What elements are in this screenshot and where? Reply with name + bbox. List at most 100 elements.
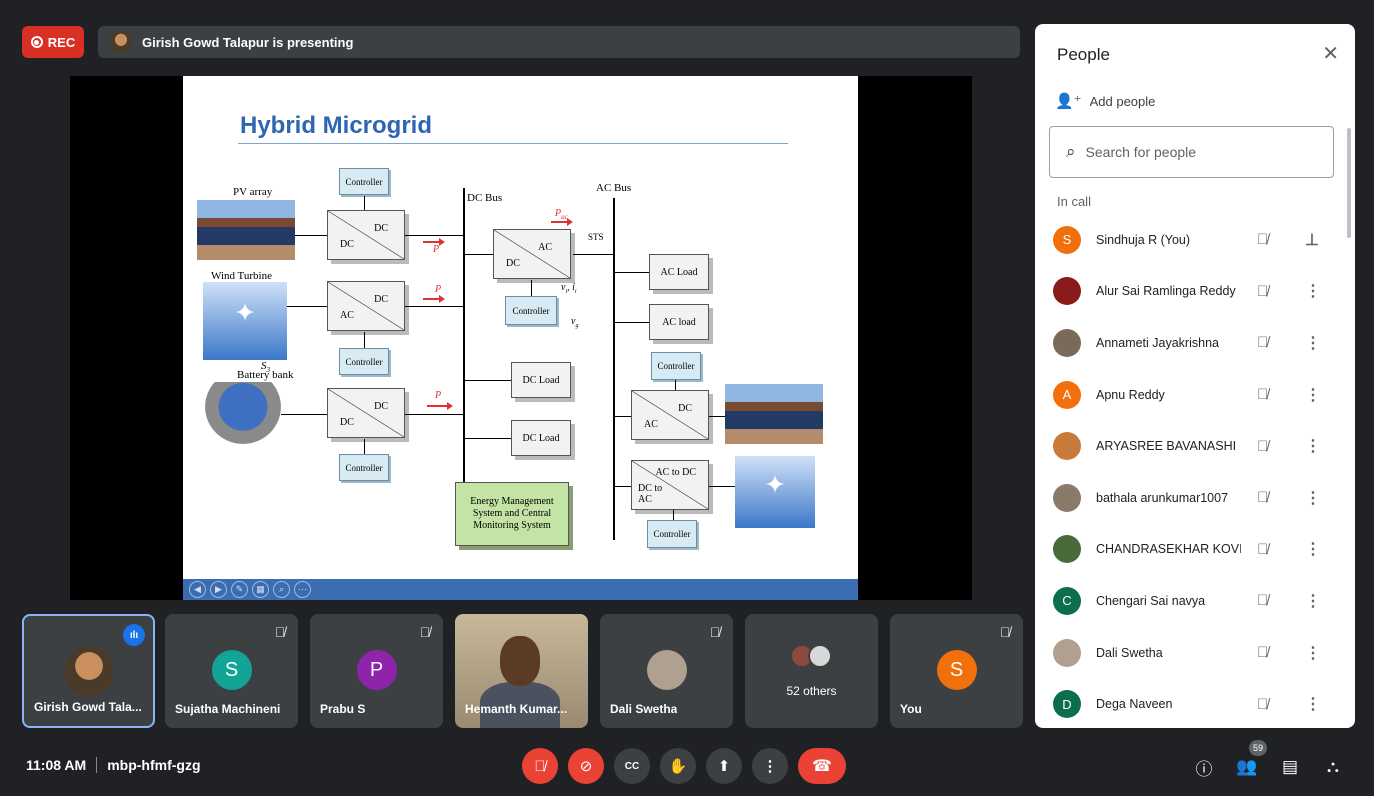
controller-central: Controller <box>505 296 557 325</box>
in-call-heading: In call <box>1057 194 1091 209</box>
participant-tile[interactable]: 🎙̸ Dali Swetha <box>600 614 733 728</box>
list-item[interactable]: C Chengari Sai navya 🎙̸ ⋮ <box>1035 575 1345 627</box>
converter-wind: DC AC <box>327 281 405 331</box>
more-vert-icon[interactable]: ⋮ <box>1305 385 1321 405</box>
close-panel-button[interactable]: ✕ <box>1322 41 1339 66</box>
avatar: S <box>1053 225 1081 254</box>
wire <box>675 380 676 390</box>
people-panel: People ✕ 👤⁺ Add people ⌕ In call S Sindh… <box>1035 24 1355 728</box>
person-name: Apnu Reddy <box>1096 387 1165 402</box>
list-item[interactable]: Annameti Jayakrishna 🎙̸ ⋮ <box>1035 317 1345 369</box>
wire <box>295 235 327 236</box>
participant-tile-presenter[interactable]: ılı Girish Gowd Tala... <box>22 614 155 728</box>
people-button[interactable]: 👥 <box>1236 756 1258 778</box>
mic-off-icon: 🎙̸ <box>1257 540 1269 558</box>
participant-tile-self[interactable]: 🎙̸ S You <box>890 614 1023 728</box>
participant-tile-video[interactable]: Hemanth Kumar... <box>455 614 588 728</box>
others-count: 52 others <box>786 684 837 698</box>
more-vert-icon[interactable]: ⋮ <box>1305 488 1321 508</box>
meeting-details-button[interactable]: ⓘ <box>1193 756 1215 779</box>
mic-toggle-button[interactable]: 🎙̸ <box>522 748 558 784</box>
list-item[interactable]: S Sindhuja R (You) 🎙̸ ⊥ <box>1035 214 1345 266</box>
presenter-avatar <box>110 31 132 53</box>
slide-toolbar: ◀ ▶ ✎ ▦ ⌕ ⋯ <box>183 579 858 600</box>
more-options-button[interactable]: ⋮ <box>752 748 788 784</box>
captions-button[interactable]: CC <box>614 748 650 784</box>
others-avatars <box>790 644 832 668</box>
p-label: P <box>433 244 440 255</box>
meeting-info: 11:08 AM mbp-hfmf-gzg <box>26 757 201 773</box>
avatar <box>1053 432 1081 461</box>
ac-bus <box>613 198 615 540</box>
wire <box>531 280 532 296</box>
scrollbar[interactable] <box>1347 128 1351 238</box>
more-vert-icon[interactable]: ⋮ <box>1305 591 1321 611</box>
more-vert-icon[interactable]: ⋮ <box>1305 694 1321 714</box>
end-call-button[interactable]: ☎ <box>798 748 846 784</box>
list-item[interactable]: A Apnu Reddy 🎙̸ ⋮ <box>1035 369 1345 421</box>
participant-name: Prabu S <box>320 702 366 716</box>
slides-icon[interactable]: ▦ <box>252 581 269 598</box>
clock: 11:08 AM <box>26 757 87 773</box>
battery-bank-image <box>205 382 281 444</box>
activities-button[interactable]: ⛬ <box>1322 756 1344 778</box>
more-vert-icon[interactable]: ⋮ <box>1305 436 1321 456</box>
list-item[interactable]: ARYASREE BAVANASHI 🎙̸ ⋮ <box>1035 420 1345 472</box>
mic-off-icon: 🎙̸ <box>1257 386 1269 404</box>
dc-load-1: DC Load <box>511 362 571 398</box>
more-options-icon[interactable]: ⋯ <box>294 581 311 598</box>
zoom-icon[interactable]: ⌕ <box>273 581 290 598</box>
wire <box>364 196 365 210</box>
recording-badge[interactable]: REC <box>22 26 84 58</box>
mic-off-icon: 🎙̸ <box>534 757 546 775</box>
wire <box>465 254 493 255</box>
participant-name: Sujatha Machineni <box>175 702 281 716</box>
controller-pv-right: Controller <box>651 352 701 380</box>
participant-name: Girish Gowd Tala... <box>34 700 142 714</box>
avatar <box>1053 277 1081 306</box>
converter-wind-right: AC to DC DC to AC <box>631 460 709 510</box>
list-item[interactable]: CHANDRASEKHAR KOVI 🎙̸ ⋮ <box>1035 524 1345 576</box>
raise-hand-button[interactable]: ✋ <box>660 748 696 784</box>
power-arrow <box>551 218 573 226</box>
panel-title: People <box>1057 45 1110 64</box>
presenting-text: Girish Gowd Talapur is presenting <box>142 34 354 50</box>
search-input[interactable] <box>1085 144 1286 160</box>
wire <box>405 306 463 307</box>
person-name: Dali Swetha <box>1096 645 1163 660</box>
avatar: C <box>1053 586 1081 615</box>
list-item[interactable]: Dali Swetha 🎙̸ ⋮ <box>1035 627 1345 679</box>
chat-button[interactable]: ▤ <box>1279 756 1301 778</box>
more-vert-icon[interactable]: ⋮ <box>1305 539 1321 559</box>
activities-icon: ⛬ <box>1327 757 1339 776</box>
more-vert-icon[interactable]: ⋮ <box>1305 643 1321 663</box>
pac-label: Pac <box>555 208 568 221</box>
add-people-button[interactable]: 👤⁺ Add people <box>1055 92 1155 110</box>
mic-off-icon: 🎙̸ <box>1257 695 1269 713</box>
pen-icon[interactable]: ✎ <box>231 581 248 598</box>
others-tile[interactable]: 52 others <box>745 614 878 728</box>
present-button[interactable]: ⬆ <box>706 748 742 784</box>
more-vert-icon[interactable]: ⋮ <box>1305 333 1321 353</box>
list-item[interactable]: D Dega Naveen 🎙̸ ⋮ <box>1035 678 1345 728</box>
next-slide-icon[interactable]: ▶ <box>210 581 227 598</box>
list-item[interactable]: Alur Sai Ramlinga Reddy 🎙̸ ⋮ <box>1035 266 1345 318</box>
wind-turbine-image <box>203 282 287 360</box>
camera-off-icon: ⊘ <box>579 758 593 775</box>
camera-toggle-button[interactable]: ⊘ <box>568 748 604 784</box>
wire <box>281 414 327 415</box>
more-vert-icon[interactable]: ⋮ <box>1305 281 1321 301</box>
participant-tile[interactable]: 🎙̸ P Prabu S <box>310 614 443 728</box>
participant-tile[interactable]: 🎙̸ S Sujatha Machineni <box>165 614 298 728</box>
divider <box>96 757 98 773</box>
mic-off-icon: 🎙̸ <box>709 624 721 640</box>
mic-off-icon: 🎙̸ <box>1257 644 1269 662</box>
previous-slide-icon[interactable]: ◀ <box>189 581 206 598</box>
list-item[interactable]: bathala arunkumar1007 🎙̸ ⋮ <box>1035 472 1345 524</box>
pin-icon[interactable]: ⊥ <box>1305 230 1319 250</box>
wind-right-image <box>735 456 815 528</box>
power-arrow <box>427 402 453 410</box>
people-count-badge: 59 <box>1249 740 1267 756</box>
search-box[interactable]: ⌕ <box>1049 126 1334 178</box>
avatar: A <box>1053 380 1081 409</box>
